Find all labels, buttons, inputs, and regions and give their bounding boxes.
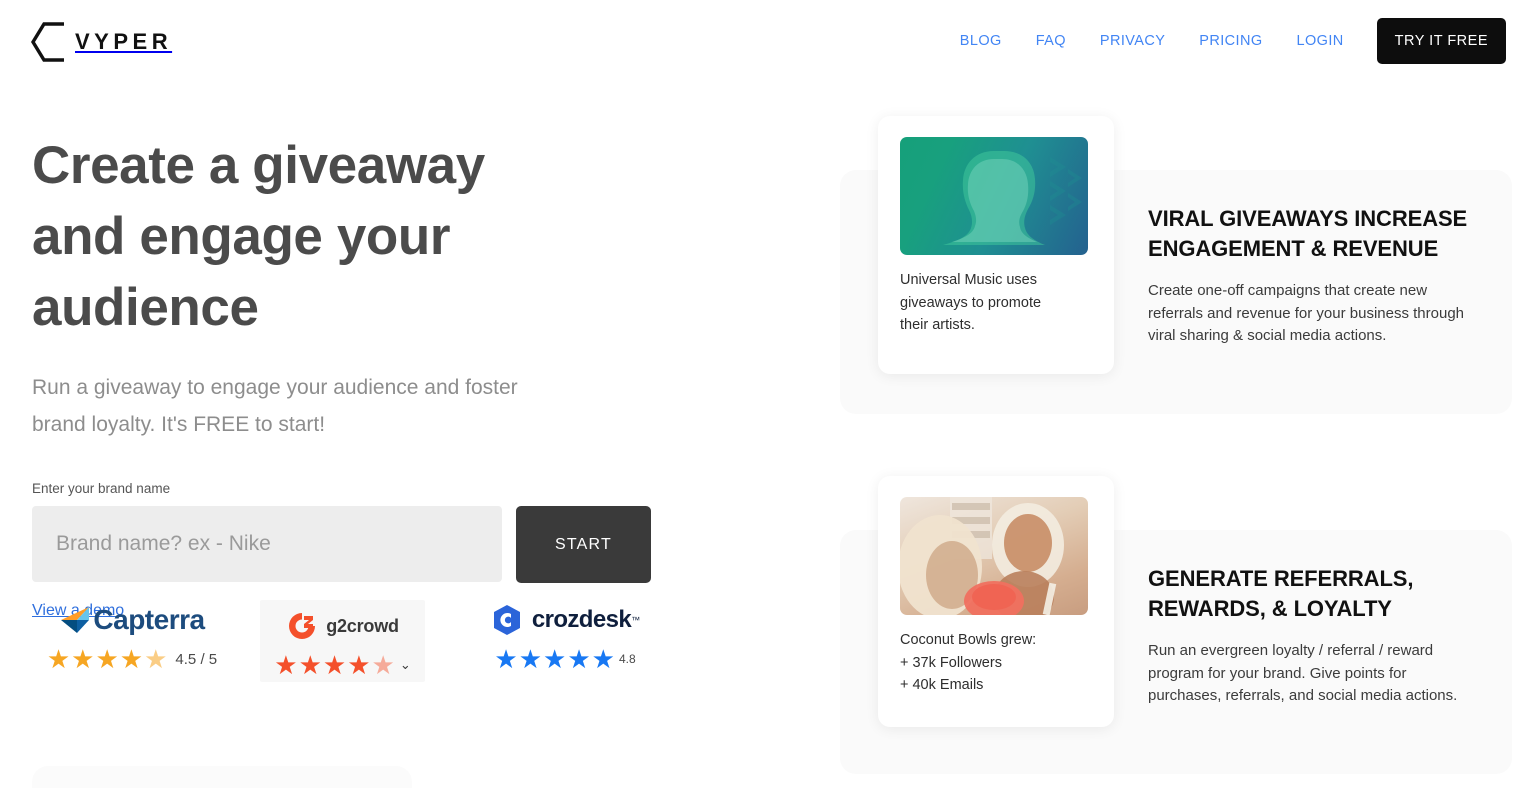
portrait-silhouette [943,151,1082,245]
feature-card-1-caption: Universal Music uses giveaways to promot… [900,272,1042,333]
feature-body-1: Create one-off campaigns that create new… [1148,282,1465,344]
signup-form: START [32,506,732,583]
site-header: VYPER BLOG FAQ PRIVACY PRICING LOGIN TRY… [0,0,1536,78]
feature-text-1: VIRAL GIVEAWAYS INCREASE ENGAGEMENT & RE… [1148,204,1478,348]
star-icon: ★ [567,644,592,674]
brand-name-label: Enter your brand name [32,481,171,496]
badge-capterra[interactable]: Capterra ★ ★ ★ ★ ★ 4.5 / 5 [32,600,232,672]
nav-link-blog[interactable]: BLOG [943,18,1019,64]
feature-card-2-caption: Coconut Bowls grew: + 37k Followers + 40… [900,632,1037,693]
feature-text-2: GENERATE REFERRALS, REWARDS, & LOYALTY R… [1148,564,1478,708]
star-icon: ★ [298,650,323,680]
nav-link-privacy[interactable]: PRIVACY [1083,18,1182,64]
star-icon: ★ [119,644,145,674]
trademark-symbol: ™ [631,615,641,625]
crozdesk-wordmark: crozdesk [531,606,632,633]
main-navigation: BLOG FAQ PRIVACY PRICING LOGIN TRY IT FR… [943,18,1506,64]
g2crowd-wordmark: g2crowd [326,615,399,636]
feature-body-2: Run an evergreen loyalty / referral / re… [1148,642,1458,704]
vyper-logo[interactable]: VYPER [30,20,172,64]
logo-wordmark: VYPER [75,29,173,54]
star-icon: ★ [518,644,543,674]
vyper-hexagon-bracket-icon [31,22,64,62]
nav-link-faq[interactable]: FAQ [1019,18,1083,64]
start-button[interactable]: START [516,506,651,583]
brand-name-input[interactable] [32,506,502,582]
review-badges: Capterra ★ ★ ★ ★ ★ 4.5 / 5 g2crowd ★ ★ ★… [32,600,655,682]
nav-link-login[interactable]: LOGIN [1280,18,1361,64]
star-icon: ★ [274,650,299,680]
star-icon: ★ [95,644,120,674]
star-icon: ★ [322,650,348,680]
crozdesk-rating: 4.8 [618,652,636,666]
hero-section: Create a giveaway and engage your audien… [32,130,732,620]
star-icon: ★ [543,644,568,674]
chevron-down-icon[interactable]: ⌄ [400,657,411,673]
feature-heading-1: VIRAL GIVEAWAYS INCREASE ENGAGEMENT & RE… [1148,206,1468,261]
star-icon: ★ [494,644,519,674]
g2crowd-logo: g2crowd [286,606,399,646]
star-icon: ★ [71,644,96,674]
star-icon: ★ [591,644,616,674]
feature-heading-2: GENERATE REFERRALS, REWARDS, & LOYALTY [1148,566,1414,621]
nav-link-pricing[interactable]: PRICING [1182,18,1279,64]
g2-logo-icon [289,613,316,639]
crozdesk-logo: crozdesk ™ [490,600,640,640]
capterra-wordmark: Capterra [93,604,205,635]
capterra-rating: 4.5 / 5 [175,650,218,668]
hero-subtitle: Run a giveaway to engage your audience a… [32,376,518,436]
coconut-bowls-image [900,497,1088,615]
feature-card-1: Universal Music uses giveaways to promot… [878,116,1114,374]
crozdesk-hexagon-icon [493,605,520,635]
try-it-free-button[interactable]: TRY IT FREE [1376,18,1506,64]
photo-shapes [900,497,1064,615]
page-title: Create a giveaway and engage your audien… [32,136,485,337]
star-half-icon: ★ [371,650,396,680]
universal-music-image [900,137,1088,255]
capterra-arrow-icon [61,607,90,633]
landing-page: VYPER BLOG FAQ PRIVACY PRICING LOGIN TRY… [0,0,1536,788]
lower-panel-partial [32,766,412,788]
badge-crozdesk[interactable]: crozdesk ™ ★ ★ ★ ★ ★ 4.8 [475,600,655,672]
star-icon: ★ [347,650,372,680]
star-icon: ★ [46,644,72,674]
g2crowd-stars: ★ ★ ★ ★ ★ ⌄ [274,652,410,678]
badge-g2crowd[interactable]: g2crowd ★ ★ ★ ★ ★ ⌄ [260,600,425,682]
crozdesk-stars: ★ ★ ★ ★ ★ 4.8 [494,646,635,672]
capterra-stars: ★ ★ ★ ★ ★ 4.5 / 5 [47,646,217,672]
feature-card-2: Coconut Bowls grew: + 37k Followers + 40… [878,476,1114,727]
star-half-icon: ★ [144,644,169,674]
capterra-logo: Capterra [59,600,205,640]
